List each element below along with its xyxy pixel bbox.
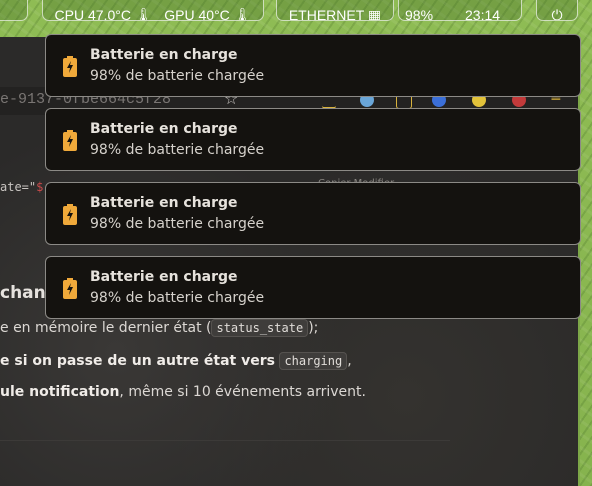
- thermometer-icon: 🌡: [134, 7, 153, 21]
- notification-title: Batterie en charge: [90, 269, 238, 285]
- ethernet-label: ETHERNET: [288, 7, 365, 21]
- notification-body: 98% de batterie chargée: [90, 290, 265, 306]
- power-icon: ⏻: [551, 7, 563, 21]
- thermometer-icon: 🌡: [233, 7, 252, 21]
- notification-body: 98% de batterie chargée: [90, 68, 265, 84]
- code-snippet: ate="$: [0, 180, 44, 194]
- status-pill-network[interactable]: ETHERNET ▦: [276, 0, 394, 21]
- clock: 23:14: [465, 7, 501, 21]
- text-line-1: e en mémoire le dernier état (status_sta…: [0, 319, 319, 337]
- notification-1[interactable]: Batterie en charge 98% de batterie charg…: [45, 34, 581, 97]
- notification-title: Batterie en charge: [90, 195, 238, 211]
- divider: [0, 440, 450, 441]
- battery-charging-icon: [63, 130, 77, 151]
- notification-3[interactable]: Batterie en charge 98% de batterie charg…: [45, 182, 581, 245]
- ethernet-icon: ▦: [367, 7, 382, 21]
- cpu-temp: CPU 47.0°C: [54, 7, 131, 21]
- battery-charging-icon: [63, 278, 77, 299]
- notification-2[interactable]: Batterie en charge 98% de batterie charg…: [45, 108, 581, 171]
- text-line-2: e si on passe de un autre état vers char…: [0, 352, 352, 370]
- status-pill-battery-clock[interactable]: 98% 23:14: [398, 0, 522, 21]
- battery-percent: 98%: [405, 7, 434, 21]
- battery-charging-icon: [63, 56, 77, 77]
- notification-4[interactable]: Batterie en charge 98% de batterie charg…: [45, 256, 581, 319]
- status-pill-left[interactable]: [0, 0, 28, 21]
- gpu-temp: GPU 40°C: [164, 7, 230, 21]
- notification-body: 98% de batterie chargée: [90, 216, 265, 232]
- notification-title: Batterie en charge: [90, 121, 238, 137]
- notification-body: 98% de batterie chargée: [90, 142, 265, 158]
- notification-title: Batterie en charge: [90, 47, 238, 63]
- text-line-3: ule notification, même si 10 événements …: [0, 384, 366, 400]
- battery-charging-icon: [63, 204, 77, 225]
- status-bar: CPU 47.0°C 🌡 GPU 40°C 🌡 ETHERNET ▦ 98% 2…: [0, 0, 592, 23]
- status-pill-temps[interactable]: CPU 47.0°C 🌡 GPU 40°C 🌡: [42, 0, 264, 21]
- power-button[interactable]: ⏻: [536, 0, 578, 21]
